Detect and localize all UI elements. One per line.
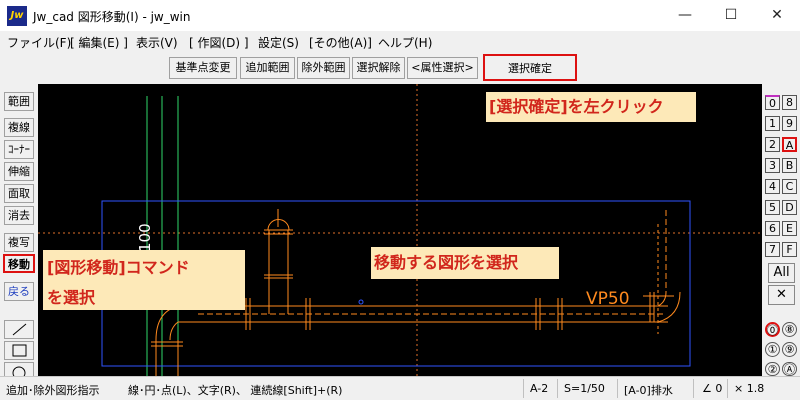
right-layer-palette: 0 8 1 9 2 A 3 B 4 C 5 D 6 E 7 F All ✕ ⓪ …: [762, 84, 800, 376]
confirm-selection-button[interactable]: 選択確定: [483, 54, 577, 81]
layer-group-0[interactable]: 0: [765, 95, 780, 110]
tool-erase[interactable]: 消去: [4, 206, 34, 225]
maximize-button[interactable]: ☐: [708, 0, 754, 31]
reference-point: [358, 299, 364, 305]
callout-select-shape: 移動する図形を選択: [371, 247, 559, 279]
window-title: Jw_cad 図形移動(I) - jw_win: [33, 10, 191, 24]
status-divider: [727, 379, 728, 398]
status-guide: 線･円･点(L)、文字(R)、 連続線[Shift]+(R): [128, 384, 343, 397]
pipe-size-label: VP50: [586, 289, 630, 309]
menu-view[interactable]: 表示(V): [136, 34, 178, 51]
layer-circle-1[interactable]: ①: [765, 342, 780, 357]
status-layer[interactable]: [A-0]排水: [624, 382, 673, 398]
callout-confirm: [選択確定]を左クリック: [486, 92, 696, 122]
line-tool[interactable]: [4, 320, 34, 339]
line-icon: [12, 323, 27, 336]
jwcad-window: Jw Jw_cad 図形移動(I) - jw_win — ☐ ✕ ファイル(F)…: [0, 0, 800, 400]
status-divider: [617, 379, 618, 398]
exclude-range-button[interactable]: 除外範囲: [297, 57, 350, 79]
drawing-svg: 100 VP50: [38, 84, 762, 376]
layer-circle-2[interactable]: ②: [765, 362, 780, 376]
menu-settings[interactable]: 設定(S): [258, 34, 299, 51]
menu-edit[interactable]: [ 編集(E) ]: [70, 34, 128, 51]
callout-command-line1: [図形移動]コマンド: [47, 258, 190, 277]
layer-c[interactable]: C: [782, 179, 797, 194]
drawing-canvas[interactable]: 100 VP50 [選択確定]を左クリック 移動する図形を選択: [38, 84, 762, 376]
status-hint: 追加･除外図形指示: [6, 384, 100, 397]
base-point-change-button[interactable]: 基準点変更: [169, 57, 237, 79]
close-button[interactable]: ✕: [754, 0, 800, 31]
status-scale-id[interactable]: A-2: [530, 382, 548, 395]
tool-move[interactable]: 移動: [3, 254, 35, 273]
layer-a[interactable]: A: [782, 137, 797, 152]
status-bar: 追加･除外図形指示 線･円･点(L)、文字(R)、 連続線[Shift]+(R)…: [0, 376, 800, 400]
circle-icon: [12, 366, 26, 380]
tool-offset-line[interactable]: 複線: [4, 118, 34, 137]
tool-undo[interactable]: 戻る: [4, 282, 34, 301]
menu-help[interactable]: ヘルプ(H): [378, 34, 432, 51]
layer-circle-9[interactable]: ⑨: [782, 342, 797, 357]
circle-tool[interactable]: [4, 362, 34, 380]
layer-9[interactable]: 9: [782, 116, 797, 131]
all-layers-button[interactable]: All: [768, 263, 795, 283]
layer-f[interactable]: F: [782, 242, 797, 257]
layer-group-5[interactable]: 5: [765, 200, 780, 215]
layer-group-6[interactable]: 6: [765, 221, 780, 236]
rectangle-tool[interactable]: [4, 341, 34, 360]
status-divider: [693, 379, 694, 398]
layer-group-2[interactable]: 2: [765, 137, 780, 152]
layer-e[interactable]: E: [782, 221, 797, 236]
title-bar: Jw Jw_cad 図形移動(I) - jw_win — ☐ ✕: [0, 0, 800, 31]
tool-copy[interactable]: 複写: [4, 233, 34, 252]
layer-circle-a[interactable]: Ⓐ: [782, 362, 797, 376]
left-tool-palette: 範囲 複線 ｺｰﾅｰ 伸縮 面取 消去 複写 移動 戻る: [0, 84, 37, 380]
clear-selection-button[interactable]: 選択解除: [352, 57, 405, 79]
status-zoom[interactable]: × 1.8: [734, 382, 764, 395]
layer-8[interactable]: 8: [782, 95, 797, 110]
status-divider: [523, 379, 524, 398]
callout-command: [図形移動]コマンド を選択: [43, 250, 245, 310]
menu-file[interactable]: ファイル(F): [7, 34, 71, 51]
app-icon: Jw: [7, 6, 27, 26]
attribute-select-button[interactable]: <属性選択>: [407, 57, 478, 79]
minimize-button[interactable]: —: [662, 0, 708, 31]
layer-group-1[interactable]: 1: [765, 116, 780, 131]
tool-stretch[interactable]: 伸縮: [4, 162, 34, 181]
status-divider: [557, 379, 558, 398]
menu-draw[interactable]: [ 作図(D) ]: [189, 34, 249, 51]
layer-b[interactable]: B: [782, 158, 797, 173]
layer-group-7[interactable]: 7: [765, 242, 780, 257]
layer-circle-8[interactable]: ⑧: [782, 322, 797, 337]
status-angle[interactable]: ∠ 0: [702, 382, 722, 395]
callout-command-line2: を選択: [47, 288, 96, 307]
tool-range[interactable]: 範囲: [4, 92, 34, 111]
status-scale[interactable]: S=1/50: [564, 382, 605, 395]
command-toolbar: 基準点変更 追加範囲 除外範囲 選択解除 <属性選択> 選択確定: [0, 51, 800, 84]
layer-group-4[interactable]: 4: [765, 179, 780, 194]
x-toggle-button[interactable]: ✕: [768, 285, 795, 305]
rectangle-icon: [12, 344, 27, 357]
layer-group-3[interactable]: 3: [765, 158, 780, 173]
layer-circle-0[interactable]: ⓪: [765, 322, 780, 337]
add-range-button[interactable]: 追加範囲: [240, 57, 295, 79]
tool-chamfer[interactable]: 面取: [4, 184, 34, 203]
dimension-label: 100: [136, 223, 154, 252]
tool-corner[interactable]: ｺｰﾅｰ: [4, 140, 34, 159]
layer-d[interactable]: D: [782, 200, 797, 215]
menu-other[interactable]: [その他(A)]: [309, 34, 372, 51]
menu-bar: ファイル(F) [ 編集(E) ] 表示(V) [ 作図(D) ] 設定(S) …: [0, 31, 800, 51]
